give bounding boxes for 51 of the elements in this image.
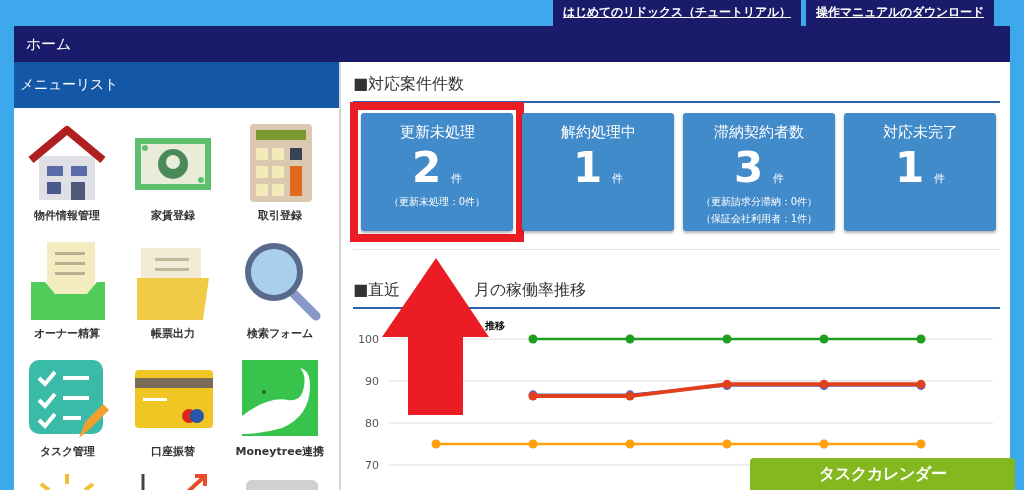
summary-card[interactable]: 解約処理中 1 件 bbox=[522, 113, 674, 231]
axis-label: 80 bbox=[365, 417, 379, 430]
point bbox=[819, 334, 829, 344]
point bbox=[431, 439, 441, 449]
point bbox=[819, 439, 829, 449]
point bbox=[722, 334, 732, 344]
point bbox=[916, 334, 926, 344]
card-note: （更新請求分滞納：0件） bbox=[700, 195, 818, 209]
card-count: 2 bbox=[411, 144, 442, 192]
section-title: ■直近 bbox=[353, 280, 401, 301]
page-header: ホーム bbox=[14, 26, 1010, 62]
point bbox=[916, 439, 926, 449]
point bbox=[528, 334, 538, 344]
card-title: 更新未処理 bbox=[399, 123, 475, 142]
card-count: 1 bbox=[572, 144, 603, 192]
menu-item[interactable]: 口座振替 bbox=[151, 444, 196, 459]
card-title: 滞納契約者数 bbox=[714, 123, 804, 142]
card-unit: 件 bbox=[773, 171, 785, 186]
card-unit: 件 bbox=[934, 171, 946, 186]
card-note: （保証会社利用者：1件） bbox=[700, 212, 818, 226]
menu-item[interactable]: 物件情報管理 bbox=[34, 208, 101, 223]
point bbox=[625, 439, 635, 449]
summary-card[interactable]: 更新未処理 2 件 （更新未処理：0件） bbox=[361, 113, 513, 231]
menu-item[interactable]: タスク管理 bbox=[39, 444, 95, 459]
card-note: （更新未処理：0件） bbox=[388, 195, 486, 209]
point bbox=[528, 439, 538, 449]
section-title: ■対応案件件数 bbox=[353, 74, 1000, 103]
tab-link[interactable]: はじめてのリドックス（チュートリアル） bbox=[553, 0, 801, 26]
menu-item[interactable]: 家賃登録 bbox=[151, 208, 196, 223]
summary-card[interactable]: 対応未完了 1 件 bbox=[844, 113, 996, 231]
point bbox=[722, 439, 732, 449]
menu-item[interactable]: 検索フォーム bbox=[246, 326, 313, 341]
sidebar-title: メニューリスト bbox=[14, 62, 339, 108]
menu-item[interactable]: オーナー精算 bbox=[34, 326, 101, 341]
menu-item[interactable]: 取引登録 bbox=[257, 208, 302, 223]
card-count: 3 bbox=[733, 144, 764, 192]
card-title: 対応未完了 bbox=[882, 123, 958, 142]
card-unit: 件 bbox=[451, 171, 463, 186]
chart-title: 推移 bbox=[485, 320, 505, 331]
axis-label: 90 bbox=[365, 375, 379, 388]
axis-label: 70 bbox=[365, 459, 379, 472]
card-unit: 件 bbox=[612, 171, 624, 186]
summary-card[interactable]: 滞納契約者数 3 件 （更新請求分滞納：0件） （保証会社利用者：1件） bbox=[683, 113, 835, 231]
axis-label: 100 bbox=[358, 333, 379, 346]
card-count: 1 bbox=[894, 144, 925, 192]
menu-item[interactable]: Moneytree連携 bbox=[235, 444, 325, 459]
menu-item[interactable]: 帳票出力 bbox=[151, 326, 196, 341]
section-title: 月の稼働率推移 bbox=[474, 280, 587, 301]
card-title: 解約処理中 bbox=[560, 123, 636, 142]
tab-link[interactable]: 操作マニュアルのダウンロード bbox=[806, 0, 994, 26]
point bbox=[625, 334, 635, 344]
